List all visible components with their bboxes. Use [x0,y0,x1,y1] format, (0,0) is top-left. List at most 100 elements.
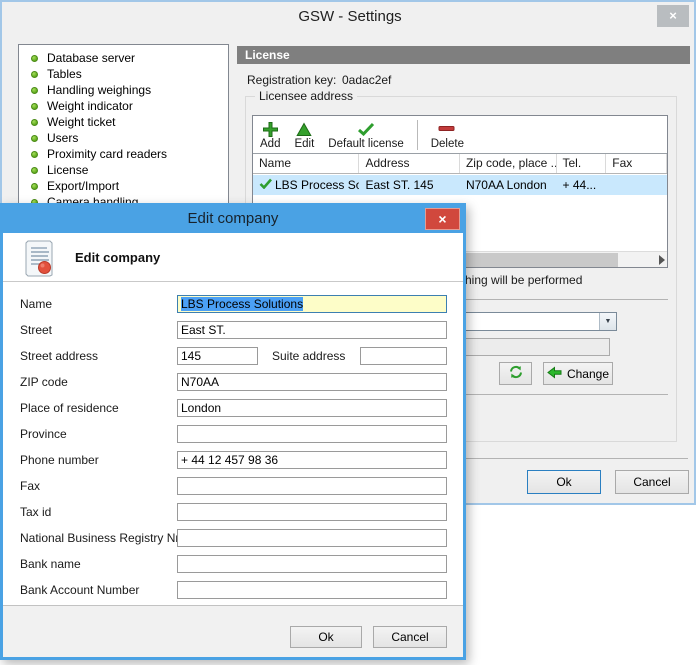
zip-code-field[interactable]: N70AA [177,373,447,391]
place-of-residence-field[interactable]: London [177,399,447,417]
green-dot-icon [31,103,38,110]
tax-id-label: Tax id [20,505,51,519]
sidebar-item-label: Handling weighings [47,83,151,97]
default-license-label: Default license [328,138,403,150]
dialog-cancel-button[interactable]: Cancel [373,626,447,648]
name-label: Name [20,297,52,311]
toolbar-separator [417,120,418,150]
refresh-icon [508,364,524,383]
performed-text-fragment: hing will be performed [465,273,582,287]
street-address-field[interactable]: 145 [177,347,258,365]
column-header-fax[interactable]: Fax [606,154,667,173]
national-business-registry-field[interactable] [177,529,447,547]
registration-key-value: 0adac2ef [342,73,391,87]
column-header-tel[interactable]: Tel. [557,154,607,173]
delete-button[interactable]: Delete [424,117,471,153]
name-field[interactable]: LBS Process Solutions [177,295,447,313]
green-dot-icon [31,151,38,158]
cell-name: LBS Process So... [253,178,359,192]
sidebar-item-export-import[interactable]: Export/Import [19,178,228,194]
sidebar-item-database-server[interactable]: Database server [19,50,228,66]
sidebar-item-label: Proximity card readers [47,147,167,161]
zip-code-label: ZIP code [20,375,68,389]
certificate-document-icon [25,240,55,282]
sidebar-item-label: Weight ticket [47,115,115,129]
refresh-button[interactable] [499,362,532,385]
national-business-registry-label: National Business Registry Nr [20,531,179,545]
dialog-title: Edit company [3,206,463,232]
change-label: Change [567,367,609,381]
green-dot-icon [31,55,38,62]
bank-name-label: Bank name [20,557,81,571]
province-field[interactable] [177,425,447,443]
dialog-header: Edit company [3,233,463,282]
add-icon [262,121,279,138]
sidebar-item-label: Weight indicator [47,99,133,113]
suite-address-label: Suite address [272,349,345,363]
dialog-ok-button[interactable]: Ok [290,626,362,648]
sidebar-item-label: Users [47,131,78,145]
street-field[interactable]: East ST. [177,321,447,339]
window-title: GSW - Settings [2,8,698,25]
close-icon[interactable]: × [657,5,689,27]
fax-field[interactable] [177,477,447,495]
row-checkmark-icon [259,178,272,192]
cell-tel: + 44... [557,178,607,192]
sidebar-item-label: Export/Import [47,179,119,193]
settings-cancel-button[interactable]: Cancel [615,470,689,494]
sidebar-item-proximity-card-readers[interactable]: Proximity card readers [19,146,228,162]
edit-button[interactable]: Edit [287,117,321,153]
sidebar-item-weight-ticket[interactable]: Weight ticket [19,114,228,130]
tax-id-field[interactable] [177,503,447,521]
cell-zip: N70AA London [460,178,557,192]
licensee-address-group-label: Licensee address [255,89,357,103]
registration-key-label: Registration key: [247,73,336,87]
province-label: Province [20,427,67,441]
green-dot-icon [31,119,38,126]
column-header-address[interactable]: Address [359,154,460,173]
cell-address: East ST. 145 [359,178,460,192]
default-license-button[interactable]: Default license [321,117,410,153]
green-dot-icon [31,71,38,78]
dialog-titlebar: Edit company × [3,206,463,233]
green-dot-icon [31,183,38,190]
bank-name-field[interactable] [177,555,447,573]
edit-label: Edit [294,138,314,150]
sidebar-item-weight-indicator[interactable]: Weight indicator [19,98,228,114]
green-dot-icon [31,167,38,174]
sidebar-item-license[interactable]: License [19,162,228,178]
green-dot-icon [31,135,38,142]
license-section-header: License [237,46,690,64]
chevron-down-icon[interactable]: ▼ [599,313,616,330]
screen: GSW - Settings × Database server Tables … [0,0,698,665]
close-icon[interactable]: × [425,208,460,230]
bank-account-number-field[interactable] [177,581,447,599]
column-header-zip[interactable]: Zip code, place ... [460,154,557,173]
bank-account-number-label: Bank Account Number [20,583,139,597]
suite-address-field[interactable] [360,347,447,365]
street-address-label: Street address [20,349,98,363]
fax-label: Fax [20,479,40,493]
settings-ok-button[interactable]: Ok [527,470,601,494]
selected-text: LBS Process Solutions [181,297,303,311]
add-label: Add [260,138,280,150]
edit-icon [296,121,312,138]
table-header-row: Name Address Zip code, place ... Tel. Fa… [253,154,667,174]
change-button[interactable]: Change [543,362,613,385]
sidebar-item-handling-weighings[interactable]: Handling weighings [19,82,228,98]
dialog-header-title: Edit company [75,250,160,265]
add-button[interactable]: Add [253,117,287,153]
column-header-name[interactable]: Name [253,154,359,173]
sidebar-item-tables[interactable]: Tables [19,66,228,82]
table-row[interactable]: LBS Process So... East ST. 145 N70AA Lon… [253,175,667,195]
scroll-right-icon[interactable] [659,255,665,265]
place-of-residence-label: Place of residence [20,401,119,415]
sidebar-item-label: Database server [47,51,135,65]
street-label: Street [20,323,52,337]
checkmark-icon [357,121,375,138]
sidebar-item-users[interactable]: Users [19,130,228,146]
dialog-button-bar: Ok Cancel [3,605,463,657]
phone-number-field[interactable]: + 44 12 457 98 36 [177,451,447,469]
delete-label: Delete [431,138,464,150]
sidebar-item-label: License [47,163,88,177]
